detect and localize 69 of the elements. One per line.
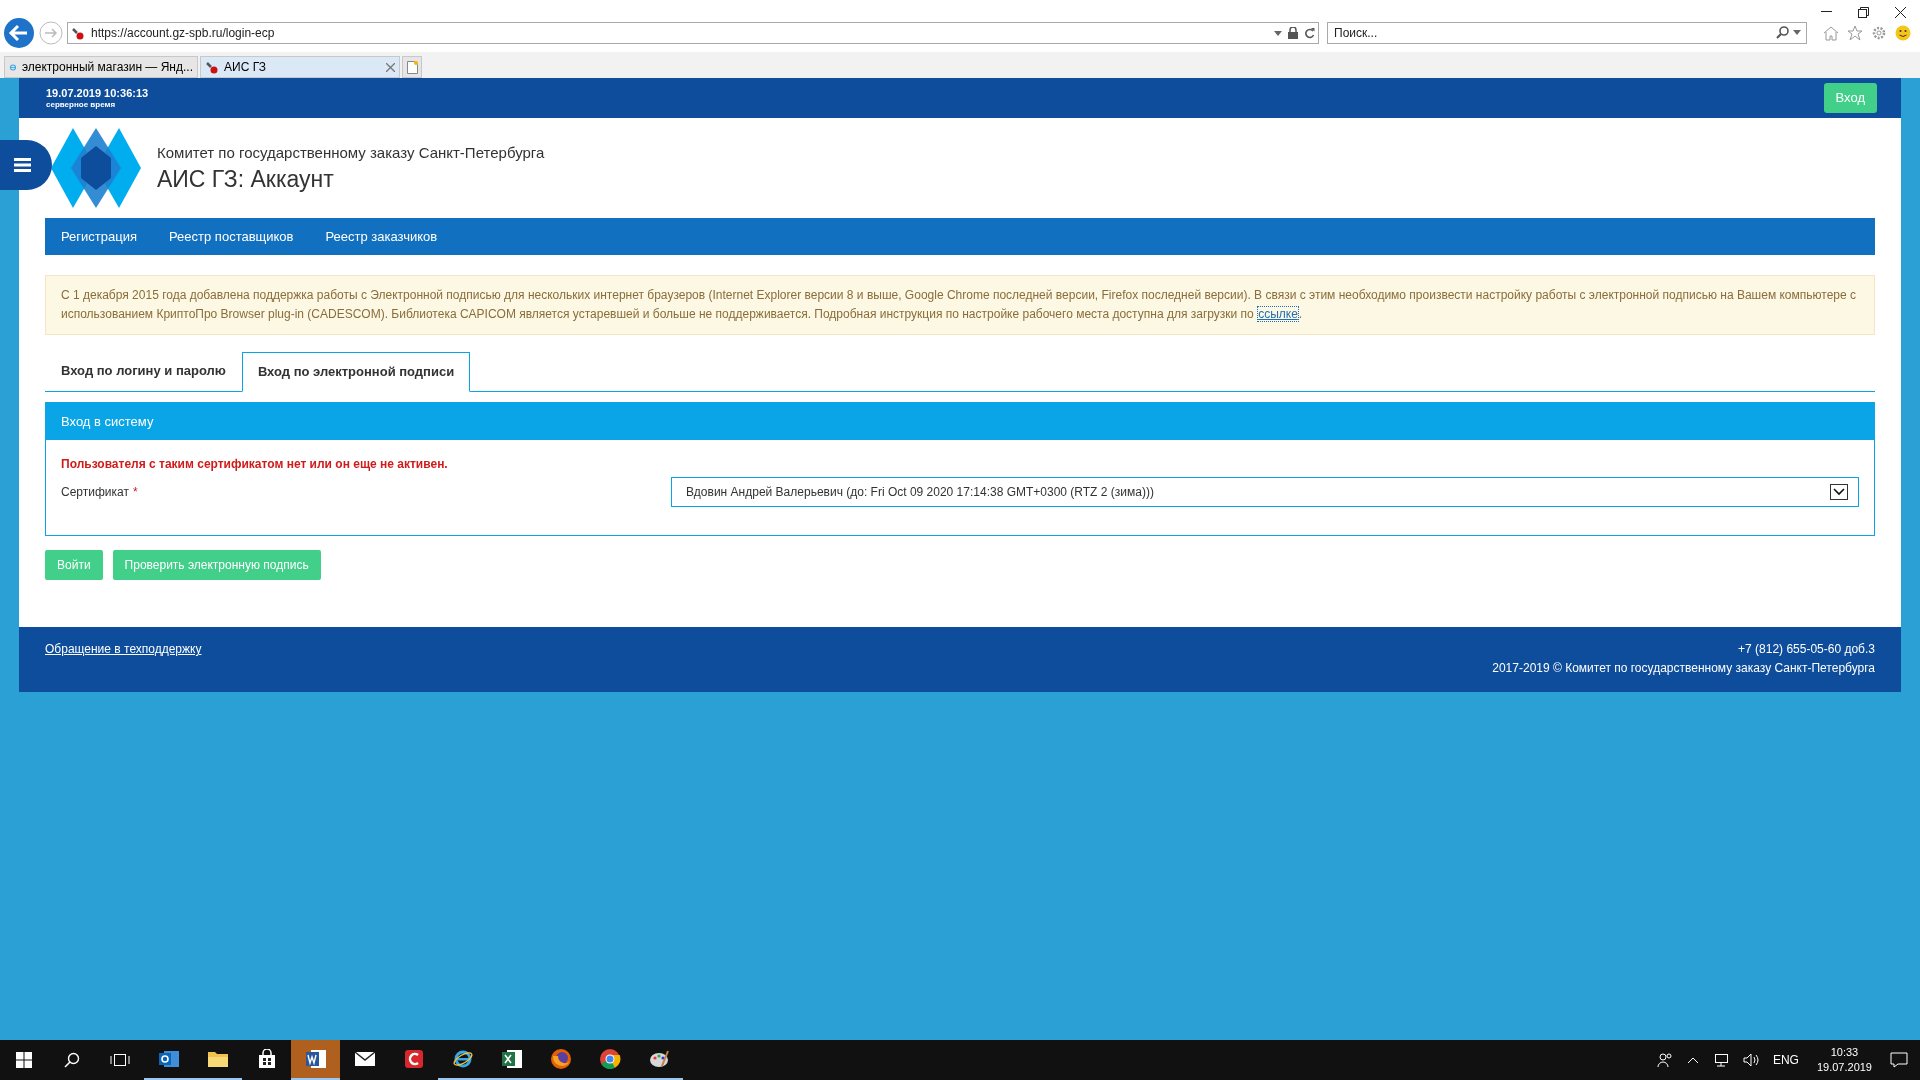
new-page-icon [406, 60, 418, 74]
field-label: Сертификат [61, 484, 129, 501]
address-bar[interactable]: https://account.gz-spb.ru/login-ecp [67, 22, 1319, 44]
dropdown-caret-icon[interactable] [1274, 30, 1282, 36]
palette-icon [647, 1048, 670, 1070]
notification-icon[interactable] [1890, 1052, 1908, 1068]
menu-icon [14, 158, 31, 172]
instruction-link[interactable]: ссылке [1257, 306, 1299, 322]
minimize-icon[interactable] [1821, 11, 1832, 13]
copyright-text: 2017-2019 © Комитет по государственному заказу Санкт-Петербурга [1492, 660, 1875, 677]
envelope-icon [353, 1051, 376, 1067]
wrench-icon [205, 60, 219, 74]
taskbar-app-button[interactable] [291, 1040, 340, 1080]
spreadsheet-app-icon [500, 1048, 523, 1070]
refresh-icon[interactable] [1304, 27, 1315, 39]
smiley-icon[interactable] [1895, 25, 1911, 41]
clock[interactable]: 10:33 19.07.2019 [1812, 1045, 1876, 1075]
page-title: АИС ГЗ: Аккаунт [157, 165, 335, 195]
tab-title: АИС ГЗ [224, 59, 268, 76]
network-icon[interactable] [1712, 1053, 1729, 1067]
browser-tab[interactable]: электронный магазин — Янд... [4, 56, 198, 78]
panel-title: Вход в систему [61, 412, 154, 431]
search-icon[interactable] [1776, 26, 1789, 39]
folder-icon [206, 1049, 229, 1069]
new-tab-button[interactable] [402, 56, 422, 78]
lock-icon [1288, 27, 1298, 39]
server-time: 19.07.2019 10:36:13 [46, 86, 149, 100]
required-mark: * [132, 484, 138, 501]
shopping-bag-icon [256, 1049, 277, 1069]
document-app-icon [304, 1048, 327, 1070]
login-tab[interactable]: Вход по логину и паролю [45, 351, 242, 391]
server-time-label: серверное время [46, 99, 117, 110]
e-letter-browser-icon [451, 1048, 474, 1070]
clock-time: 10:33 [1830, 1045, 1859, 1060]
select-value: Вдовин Андрей Валерьевич (до: Fri Oct 09 2020 17:14:38 GMT+0300 (RTZ 2 (зима))) [686, 484, 1155, 501]
star-icon[interactable] [1847, 25, 1863, 41]
task-view-icon [110, 1053, 130, 1067]
notice-text: С 1 декабря 2015 года добавлена поддержка работы с Электронной подписью для нескольких интернет браузеров (Internet Explorer версии 8 и выше, Google Chrome последней версии, Firefox последней версии). В связи с этим необходимо произвести настройку работы с электронной подписью на Вашем компьютере с использованием КриптоПро Browser plug-in (CADESCOM). Библиотека CAPICOM является устаревшей и больше не поддерживается. Подробная инструкция по настройке рабочего места доступна для загрузки по ссылке. [61, 287, 1857, 324]
language-indicator[interactable]: ENG [1772, 1051, 1799, 1069]
chevron-down-icon [1830, 484, 1848, 500]
windows-logo-icon [16, 1052, 32, 1068]
search-field[interactable]: Поиск... [1327, 22, 1807, 44]
wrench-icon [71, 26, 85, 40]
support-link[interactable]: Обращение в техподдержку [45, 640, 202, 658]
mail-app-icon [157, 1048, 180, 1070]
nav-link[interactable]: Реестр поставщиков [169, 226, 294, 247]
nav-link[interactable]: Реестр заказчиков [325, 226, 438, 247]
menu-toggle-button[interactable] [0, 140, 52, 190]
round-browser-icon [598, 1048, 621, 1070]
certificate-select[interactable]: Вдовин Андрей Валерьевич (до: Fri Oct 09 2020 17:14:38 GMT+0300 (RTZ 2 (зима))) [671, 477, 1859, 507]
organization-name: Комитет по государственному заказу Санкт-Петербурга [157, 142, 545, 163]
close-icon[interactable] [1895, 6, 1906, 18]
tab-title: электронный магазин — Янд... [21, 59, 193, 76]
settings-icon[interactable] [1871, 25, 1887, 41]
chevron-up-icon[interactable] [1686, 1056, 1699, 1064]
clock-date: 19.07.2019 [1816, 1060, 1872, 1075]
phone-number: +7 (812) 655-05-60 доб.3 [1738, 641, 1875, 658]
login-tab[interactable]: Вход по электронной подписи [241, 352, 471, 392]
address-text: https://account.gz-spb.ru/login-ecp [91, 25, 276, 42]
restore-icon[interactable] [1858, 6, 1869, 18]
speaker-icon[interactable] [1742, 1053, 1759, 1067]
browser-tab[interactable]: АИС ГЗ [200, 56, 400, 78]
nav-link[interactable]: Регистрация [61, 226, 137, 247]
dropdown-caret-icon[interactable] [1793, 30, 1801, 35]
people-icon[interactable] [1656, 1052, 1673, 1068]
c-letter-app-icon [403, 1049, 424, 1069]
search-icon [64, 1052, 80, 1068]
fox-globe-icon [549, 1048, 572, 1070]
error-message: Пользователя с таким сертификатом нет или он еще не активен. [61, 456, 449, 473]
